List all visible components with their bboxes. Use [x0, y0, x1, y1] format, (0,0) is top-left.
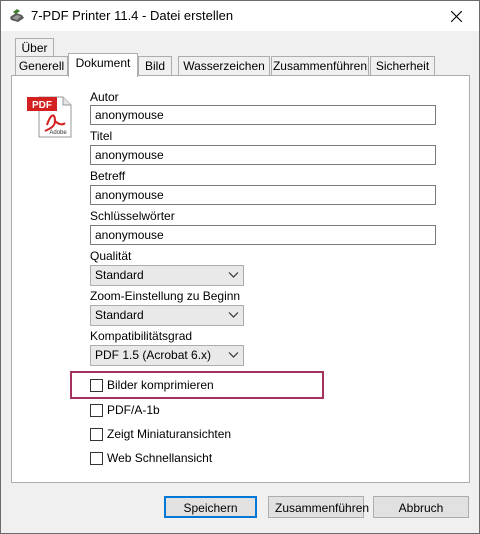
tab-generell[interactable]: Generell — [15, 56, 68, 76]
web-schnellansicht-checkbox[interactable]: Web Schnellansicht — [90, 449, 212, 467]
tab-sicherheit[interactable]: Sicherheit — [370, 56, 435, 76]
checkbox-box[interactable] — [90, 378, 103, 392]
checkbox-label: Zeigt Miniaturansichten — [107, 427, 232, 441]
printer-app-icon — [8, 8, 26, 24]
close-icon — [450, 10, 462, 22]
tab-bild[interactable]: Bild — [138, 56, 172, 76]
tab-wasserzeichen[interactable]: Wasserzeichen — [178, 56, 270, 76]
tab-ueber[interactable]: Über — [15, 38, 54, 58]
betreff-label: Betreff — [90, 169, 126, 183]
title-bar[interactable]: 7-PDF Printer 11.4 - Datei erstellen — [1, 1, 479, 31]
miniaturansichten-checkbox[interactable]: Zeigt Miniaturansichten — [90, 425, 231, 443]
chevron-down-icon — [228, 312, 239, 318]
checkbox-label: PDF/A-1b — [107, 403, 160, 417]
cancel-button[interactable]: Abbruch — [373, 496, 469, 518]
tab-dokument[interactable]: Dokument — [68, 53, 138, 77]
schluesselwoerter-label: Schlüsselwörter — [90, 209, 175, 223]
svg-text:PDF: PDF — [32, 100, 52, 111]
qualitaet-select[interactable]: Standard — [90, 265, 244, 286]
checkbox-label: Bilder komprimieren — [107, 378, 214, 392]
tab-zusammenfuehren[interactable]: Zusammenführen — [271, 56, 369, 76]
titel-label: Titel — [90, 129, 113, 143]
checkbox-box[interactable] — [90, 451, 103, 465]
close-button[interactable] — [433, 1, 479, 31]
zoom-label: Zoom-Einstellung zu Beginn — [90, 289, 241, 303]
chevron-down-icon — [228, 272, 239, 278]
bilder-komprimieren-checkbox[interactable]: Bilder komprimieren — [90, 376, 214, 394]
autor-label: Autor — [90, 90, 119, 104]
checkbox-label: Web Schnellansicht — [107, 451, 213, 465]
zoom-value: Standard — [95, 308, 144, 322]
qualitaet-value: Standard — [95, 268, 144, 282]
svg-text:Adobe: Adobe — [49, 130, 67, 136]
kompatibilitaet-select[interactable]: PDF 1.5 (Acrobat 6.x) — [90, 345, 244, 366]
dialog-window: 7-PDF Printer 11.4 - Datei erstellen Übe… — [0, 0, 480, 534]
save-button[interactable]: Speichern — [164, 496, 257, 518]
qualitaet-label: Qualität — [90, 249, 132, 263]
kompatibilitaet-value: PDF 1.5 (Acrobat 6.x) — [95, 348, 212, 362]
checkbox-box[interactable] — [90, 427, 103, 441]
checkbox-box[interactable] — [90, 403, 103, 417]
betreff-field[interactable] — [90, 185, 436, 205]
schluesselwoerter-field[interactable] — [90, 225, 436, 245]
zoom-select[interactable]: Standard — [90, 305, 244, 326]
autor-field[interactable] — [90, 105, 436, 125]
window-title: 7-PDF Printer 11.4 - Datei erstellen — [31, 8, 234, 23]
merge-button[interactable]: Zusammenführen — [268, 496, 369, 518]
titel-field[interactable] — [90, 145, 436, 165]
kompatibilitaet-label: Kompatibilitätsgrad — [90, 329, 193, 343]
chevron-down-icon — [228, 352, 239, 358]
pdfa-checkbox[interactable]: PDF/A-1b — [90, 401, 160, 419]
pdf-document-icon: PDF Adobe — [25, 91, 73, 139]
